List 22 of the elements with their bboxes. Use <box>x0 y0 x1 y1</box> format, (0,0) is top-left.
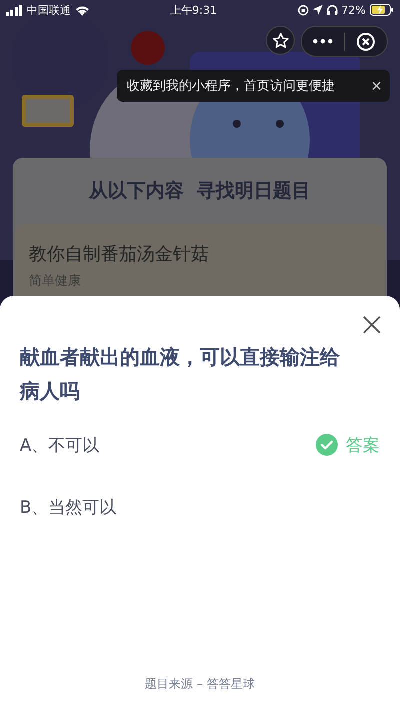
headphones-icon <box>326 5 338 15</box>
battery-icon <box>370 4 394 16</box>
source-text: 题目来源 – 答答星球 <box>144 676 256 693</box>
card-title: 从以下内容 寻找明日题目 <box>88 179 312 204</box>
close-icon <box>363 316 381 334</box>
status-time: 上午9:31 <box>170 2 218 18</box>
answer-label: 答案 <box>346 434 380 456</box>
more-icon <box>313 39 333 44</box>
option-label: B、当然可以 <box>20 496 117 518</box>
star-icon <box>272 32 290 50</box>
location-icon <box>312 5 323 15</box>
tooltip-text: 收藏到我的小程序，首页访问更便捷 <box>127 78 335 95</box>
article-title: 教你自制番茄汤金针菇 <box>29 243 210 266</box>
close-button[interactable] <box>363 316 381 334</box>
tooltip-close-button[interactable]: × <box>369 77 384 95</box>
lock-rotation-icon <box>298 4 309 16</box>
signal-icon <box>6 4 23 16</box>
close-icon <box>356 32 376 52</box>
option-label: A、不可以 <box>20 434 100 456</box>
carrier-name: 中国联通 <box>27 2 71 18</box>
wifi-icon <box>75 4 90 16</box>
battery-percent: 72% <box>342 4 366 16</box>
